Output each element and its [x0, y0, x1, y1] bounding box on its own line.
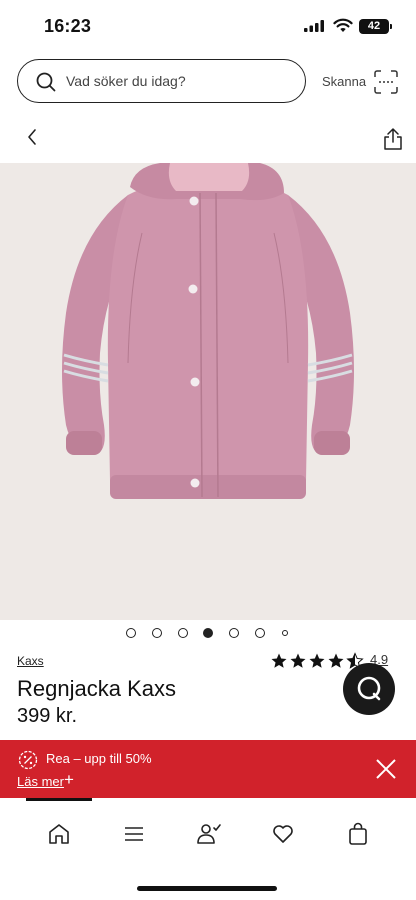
close-icon[interactable]: [375, 758, 397, 780]
search-icon: [36, 72, 56, 92]
home-indicator: [137, 886, 277, 891]
star-icon: [309, 653, 325, 668]
chat-icon: [357, 676, 381, 701]
carousel-dot[interactable]: [178, 628, 188, 638]
brand-link[interactable]: Kaxs: [17, 654, 44, 668]
heart-icon[interactable]: [271, 822, 295, 846]
star-icon: [290, 653, 306, 668]
rain-jacket-image: [62, 163, 354, 499]
carousel-dot-active[interactable]: [203, 628, 213, 638]
image-carousel-dots[interactable]: [0, 626, 416, 640]
promo-text: Rea – upp till 50%: [46, 751, 152, 766]
promo-read-more-link[interactable]: Läs mer: [17, 774, 64, 789]
account-icon[interactable]: [196, 822, 222, 846]
promo-banner[interactable]: Rea – upp till 50% Läs mer +: [0, 740, 416, 798]
barcode-scan-icon[interactable]: [374, 70, 398, 94]
carousel-dot[interactable]: [126, 628, 136, 638]
battery-indicator: 42: [359, 19, 389, 34]
status-bar: 16:23 42: [0, 0, 416, 52]
back-chevron-icon[interactable]: [26, 128, 38, 146]
status-time: 16:23: [44, 16, 92, 36]
carousel-dot[interactable]: [229, 628, 239, 638]
menu-icon[interactable]: [122, 822, 146, 846]
bottom-navigation: [0, 806, 416, 862]
battery-tip: [390, 24, 392, 29]
product-price: 399 kr.: [17, 705, 78, 727]
home-icon[interactable]: [47, 822, 71, 846]
share-icon[interactable]: [383, 128, 403, 150]
bag-icon[interactable]: [346, 822, 370, 846]
scan-button-label[interactable]: Skanna: [322, 74, 366, 89]
product-title: Regnjacka Kaxs: [17, 676, 176, 701]
tab-indicator: [26, 798, 92, 801]
star-icon: [271, 653, 287, 668]
search-placeholder: Vad söker du idag?: [66, 73, 186, 89]
carousel-dot[interactable]: [255, 628, 265, 638]
wifi-icon: [333, 18, 353, 32]
carousel-dot[interactable]: [152, 628, 162, 638]
signal-icon: [304, 20, 324, 32]
discount-icon: [18, 750, 38, 770]
product-image[interactable]: [0, 163, 416, 620]
plus-icon[interactable]: +: [64, 771, 74, 788]
chat-assistant-button[interactable]: [343, 663, 395, 715]
carousel-dot-more[interactable]: [282, 630, 288, 636]
search-input[interactable]: Vad söker du idag?: [17, 59, 306, 103]
